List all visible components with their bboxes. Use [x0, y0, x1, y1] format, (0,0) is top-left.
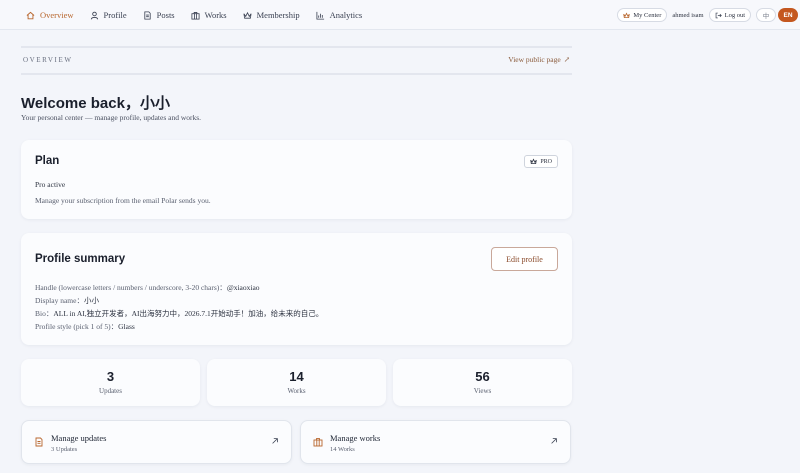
nav-works[interactable]: Works: [191, 0, 227, 30]
stat-label: Updates: [99, 387, 122, 395]
document-icon: [35, 437, 43, 447]
manage-works-count: 14 Works: [330, 446, 355, 453]
profile-field-label: Display name：: [35, 296, 84, 305]
plan-title: Plan: [35, 155, 60, 167]
profile-field-value: @xiaoxiao: [226, 283, 260, 292]
pro-badge-label: PRO: [540, 158, 552, 165]
profile-field-label: Bio：: [35, 309, 54, 318]
main-nav: Overview Profile Posts Works Membership …: [26, 0, 378, 30]
overview-bar: OVERVIEW View public page ↗: [21, 46, 572, 75]
arrow-up-right-icon: [272, 438, 278, 444]
lang-zh-button[interactable]: 中: [756, 8, 776, 22]
language-switcher: 中 EN: [756, 8, 798, 22]
briefcase-icon: [313, 438, 323, 447]
header-controls: My Center ahmed isam Log out 中 EN: [617, 8, 798, 22]
profile-field-label: Profile style (pick 1 of 5)：: [35, 322, 119, 331]
nav-posts[interactable]: Posts: [143, 0, 175, 30]
profile-summary-card: Profile summary Edit profile Handle (low…: [21, 233, 572, 345]
logout-label: Log out: [724, 11, 745, 19]
profile-field-handle: Handle (lowercase letters / numbers / un…: [35, 282, 260, 293]
profile-field-value: Glass: [118, 322, 135, 331]
profile-field-value: 小小: [83, 296, 99, 305]
stat-card-views: 56 Views: [393, 359, 572, 406]
plan-card: Plan PRO Pro active Manage your subscrip…: [21, 140, 572, 219]
external-link-icon: ↗: [563, 55, 570, 64]
nav-profile[interactable]: Profile: [90, 0, 127, 30]
plan-note: Manage your subscription from the email …: [35, 196, 211, 205]
lang-en-button[interactable]: EN: [778, 8, 798, 22]
home-icon: [26, 11, 35, 19]
page-title: Welcome back，小小: [21, 95, 170, 112]
profile-field-style: Profile style (pick 1 of 5)：Glass: [35, 321, 135, 332]
user-icon: [90, 11, 98, 19]
stat-card-updates: 3 Updates: [21, 359, 200, 406]
stat-value: 56: [475, 369, 490, 384]
stat-value: 14: [289, 369, 304, 384]
profile-field-display-name: Display name：小小: [35, 295, 99, 306]
nav-membership-label: Membership: [256, 10, 300, 20]
nav-overview-label: Overview: [40, 10, 74, 20]
nav-membership[interactable]: Membership: [243, 0, 300, 30]
manage-works-title: Manage works: [330, 433, 381, 443]
stat-label: Views: [473, 387, 492, 395]
nav-analytics[interactable]: Analytics: [316, 0, 363, 30]
logout-icon: [715, 12, 722, 18]
chart-icon: [316, 11, 324, 20]
stat-label: Works: [287, 387, 306, 395]
stat-value: 3: [106, 369, 115, 384]
user-name: ahmed isam: [672, 11, 704, 19]
nav-overview[interactable]: Overview: [26, 0, 74, 30]
nav-analytics-label: Analytics: [329, 10, 363, 20]
public-link-label: View public page: [508, 55, 561, 64]
manage-updates-count: 3 Updates: [51, 446, 78, 453]
my-center-label: My Center: [633, 11, 662, 19]
briefcase-icon: [191, 11, 200, 20]
edit-profile-button[interactable]: Edit profile: [491, 247, 558, 271]
crown-icon: [243, 11, 252, 19]
plan-status: Pro active: [35, 180, 66, 189]
logout-button[interactable]: Log out: [708, 8, 751, 22]
crown-icon: [530, 158, 538, 164]
view-public-page-link[interactable]: View public page ↗: [508, 55, 570, 64]
manage-works-card[interactable]: Manage works 14 Works: [300, 420, 571, 464]
nav-works-label: Works: [204, 10, 227, 20]
my-center-button[interactable]: My Center: [617, 8, 668, 22]
nav-posts-label: Posts: [156, 10, 175, 20]
manage-updates-card[interactable]: Manage updates 3 Updates: [21, 420, 292, 464]
profile-field-bio: Bio：ALL in AI,独立开发者，AI出海努力中，2026.7.1开始动手…: [35, 308, 323, 319]
page-subtitle: Your personal center — manage profile, u…: [21, 113, 202, 122]
crown-icon: [623, 12, 631, 18]
nav-profile-label: Profile: [103, 10, 127, 20]
pro-badge: PRO: [524, 155, 558, 168]
manage-updates-title: Manage updates: [51, 433, 107, 443]
document-icon: [144, 10, 151, 20]
stat-card-works: 14 Works: [207, 359, 386, 406]
overview-label: OVERVIEW: [23, 56, 73, 64]
profile-field-value: ALL in AI,独立开发者，AI出海努力中，2026.7.1开始动手！加油，…: [53, 309, 324, 318]
top-bar: Overview Profile Posts Works Membership …: [0, 0, 800, 30]
profile-summary-title: Profile summary: [35, 253, 126, 265]
arrow-up-right-icon: [551, 438, 557, 444]
profile-field-label: Handle (lowercase letters / numbers / un…: [35, 283, 227, 292]
